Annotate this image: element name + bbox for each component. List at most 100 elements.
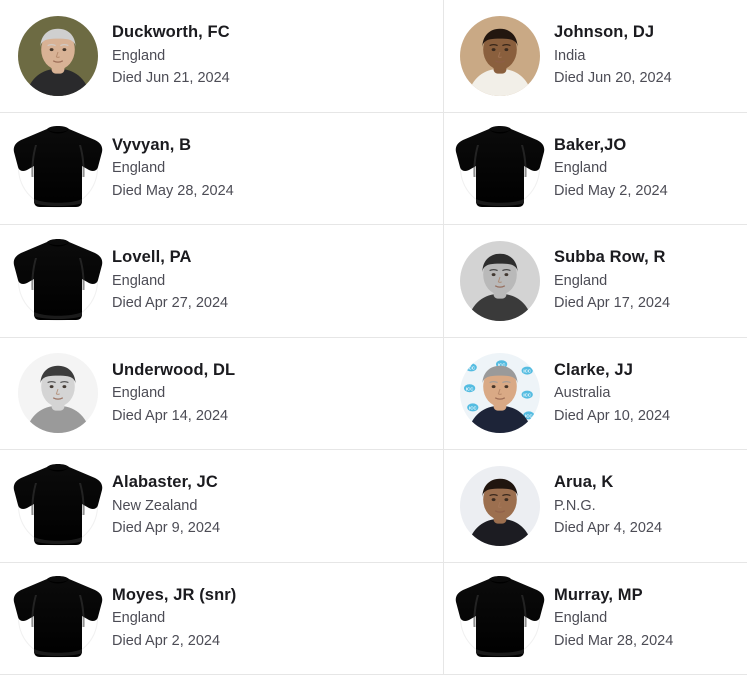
player-died-date: Died Apr 9, 2024 — [112, 517, 220, 540]
portrait-photo — [460, 241, 540, 321]
obituary-text: Arua, KP.N.G.Died Apr 4, 2024 — [554, 471, 662, 540]
jersey-placeholder-icon — [11, 238, 105, 324]
portrait-photo — [460, 16, 540, 96]
portrait-photo: ICC ICC ICC ICC ICC — [460, 353, 540, 433]
obituary-text: Duckworth, FCEnglandDied Jun 21, 2024 — [112, 21, 230, 90]
portrait-photo — [460, 16, 540, 96]
obituary-grid: Duckworth, FCEnglandDied Jun 21, 2024 Jo… — [0, 0, 747, 675]
avatar[interactable] — [18, 241, 98, 321]
jersey-placeholder-icon — [453, 575, 547, 661]
avatar[interactable] — [18, 578, 98, 658]
avatar[interactable] — [18, 128, 98, 208]
player-died-date: Died Apr 27, 2024 — [112, 292, 228, 315]
obituary-entry[interactable]: Duckworth, FCEnglandDied Jun 21, 2024 — [0, 0, 443, 113]
jersey-placeholder-icon — [11, 575, 105, 661]
avatar[interactable] — [460, 241, 540, 321]
player-country: New Zealand — [112, 495, 220, 518]
obituary-text: Vyvyan, BEnglandDied May 28, 2024 — [112, 134, 234, 203]
player-died-date: Died Apr 2, 2024 — [112, 630, 236, 653]
portrait-photo — [460, 466, 540, 546]
svg-text:ICC: ICC — [523, 369, 531, 374]
player-died-date: Died Mar 28, 2024 — [554, 630, 673, 653]
obituary-entry[interactable]: Johnson, DJIndiaDied Jun 20, 2024 — [443, 0, 747, 113]
player-country: England — [112, 45, 230, 68]
jersey-placeholder-icon — [18, 241, 98, 321]
player-country: England — [112, 607, 236, 630]
player-name[interactable]: Johnson, DJ — [554, 21, 672, 44]
player-name[interactable]: Duckworth, FC — [112, 21, 230, 44]
player-country: England — [112, 270, 228, 293]
svg-text:ICC: ICC — [466, 387, 474, 392]
obituary-entry[interactable]: Moyes, JR (snr)EnglandDied Apr 2, 2024 — [0, 563, 443, 675]
player-country: India — [554, 45, 672, 68]
obituary-text: Murray, MPEnglandDied Mar 28, 2024 — [554, 584, 673, 653]
obituary-text: Alabaster, JCNew ZealandDied Apr 9, 2024 — [112, 471, 220, 540]
avatar[interactable] — [18, 466, 98, 546]
player-country: P.N.G. — [554, 495, 662, 518]
obituary-entry[interactable]: ICC ICC ICC ICC ICC — [443, 338, 747, 451]
player-country: England — [554, 607, 673, 630]
obituary-text: Clarke, JJAustraliaDied Apr 10, 2024 — [554, 359, 670, 428]
obituary-text: Underwood, DLEnglandDied Apr 14, 2024 — [112, 359, 235, 428]
jersey-placeholder-icon — [460, 578, 540, 658]
portrait-photo — [460, 466, 540, 546]
jersey-placeholder-icon — [11, 125, 105, 211]
player-name[interactable]: Subba Row, R — [554, 246, 670, 269]
obituary-entry[interactable]: Alabaster, JCNew ZealandDied Apr 9, 2024 — [0, 450, 443, 563]
obituary-entry[interactable]: Arua, KP.N.G.Died Apr 4, 2024 — [443, 450, 747, 563]
obituary-entry[interactable]: Baker,JOEnglandDied May 2, 2024 — [443, 113, 747, 226]
portrait-photo — [18, 353, 98, 433]
avatar[interactable] — [18, 353, 98, 433]
avatar[interactable] — [460, 466, 540, 546]
obituary-entry[interactable]: Underwood, DLEnglandDied Apr 14, 2024 — [0, 338, 443, 451]
avatar[interactable] — [460, 578, 540, 658]
portrait-photo — [460, 241, 540, 321]
jersey-placeholder-icon — [18, 466, 98, 546]
player-name[interactable]: Baker,JO — [554, 134, 668, 157]
player-name[interactable]: Lovell, PA — [112, 246, 228, 269]
portrait-photo — [18, 16, 98, 96]
obituary-entry[interactable]: Lovell, PAEnglandDied Apr 27, 2024 — [0, 225, 443, 338]
obituary-entry[interactable]: Subba Row, REnglandDied Apr 17, 2024 — [443, 225, 747, 338]
avatar[interactable]: ICC ICC ICC ICC ICC — [460, 353, 540, 433]
player-name[interactable]: Clarke, JJ — [554, 359, 670, 382]
player-country: Australia — [554, 382, 670, 405]
avatar[interactable] — [460, 16, 540, 96]
player-country: England — [112, 382, 235, 405]
player-died-date: Died May 2, 2024 — [554, 180, 668, 203]
svg-text:ICC: ICC — [525, 414, 533, 419]
obituary-text: Baker,JOEnglandDied May 2, 2024 — [554, 134, 668, 203]
player-died-date: Died Apr 4, 2024 — [554, 517, 662, 540]
portrait-photo — [18, 16, 98, 96]
obituary-text: Johnson, DJIndiaDied Jun 20, 2024 — [554, 21, 672, 90]
avatar[interactable] — [18, 16, 98, 96]
portrait-photo — [18, 353, 98, 433]
player-died-date: Died Apr 14, 2024 — [112, 405, 235, 428]
player-country: England — [554, 270, 670, 293]
avatar[interactable] — [460, 128, 540, 208]
jersey-placeholder-icon — [460, 128, 540, 208]
player-died-date: Died Jun 20, 2024 — [554, 67, 672, 90]
player-died-date: Died Jun 21, 2024 — [112, 67, 230, 90]
player-country: England — [554, 157, 668, 180]
obituary-entry[interactable]: Murray, MPEnglandDied Mar 28, 2024 — [443, 563, 747, 675]
player-name[interactable]: Vyvyan, B — [112, 134, 234, 157]
player-died-date: Died Apr 10, 2024 — [554, 405, 670, 428]
obituary-text: Subba Row, REnglandDied Apr 17, 2024 — [554, 246, 670, 315]
player-died-date: Died May 28, 2024 — [112, 180, 234, 203]
player-name[interactable]: Murray, MP — [554, 584, 673, 607]
player-name[interactable]: Moyes, JR (snr) — [112, 584, 236, 607]
jersey-placeholder-icon — [11, 463, 105, 549]
player-country: England — [112, 157, 234, 180]
svg-text:ICC: ICC — [523, 393, 531, 398]
jersey-placeholder-icon — [18, 578, 98, 658]
svg-text:ICC: ICC — [467, 366, 475, 371]
portrait-photo: ICC ICC ICC ICC ICC — [460, 353, 540, 433]
obituary-text: Lovell, PAEnglandDied Apr 27, 2024 — [112, 246, 228, 315]
jersey-placeholder-icon — [18, 128, 98, 208]
player-name[interactable]: Underwood, DL — [112, 359, 235, 382]
player-name[interactable]: Arua, K — [554, 471, 662, 494]
player-name[interactable]: Alabaster, JC — [112, 471, 220, 494]
player-died-date: Died Apr 17, 2024 — [554, 292, 670, 315]
obituary-entry[interactable]: Vyvyan, BEnglandDied May 28, 2024 — [0, 113, 443, 226]
